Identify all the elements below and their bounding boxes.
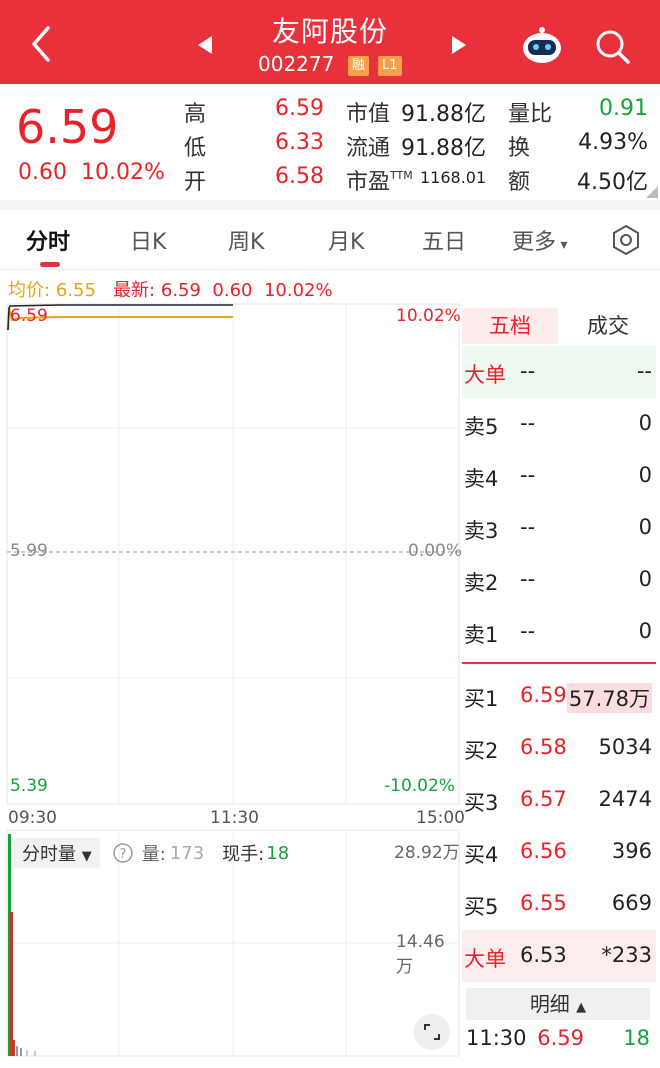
bid-row-2: 买2 6.58 5034 [464, 735, 652, 763]
market-cap-label: 市值 [346, 102, 391, 127]
big-order-bottom-row: 大单 6.53 *233 [462, 930, 656, 982]
open-label: 开 [184, 170, 207, 195]
open-value: 6.58 [275, 164, 324, 189]
help-icon[interactable]: ? [112, 842, 134, 864]
ask-row-3: 卖3 -- 0 [464, 515, 652, 543]
turnover-value: 4.93% [578, 130, 648, 155]
ask-row-1: 卖1 -- 0 [464, 619, 652, 647]
tab-weekly-k[interactable]: 周K [228, 224, 264, 256]
chart-canvas [6, 303, 460, 1057]
high-value: 6.59 [275, 96, 324, 121]
settings-icon[interactable] [610, 224, 642, 256]
volume-value: 173 [169, 842, 205, 864]
low-value: 6.33 [275, 130, 324, 155]
pe-value: 1168.01 [420, 168, 487, 187]
svg-text:?: ? [119, 847, 126, 862]
stock-code: 002277 [258, 52, 335, 76]
y-axis-high: 6.59 [10, 306, 48, 326]
ask-row-4: 卖4 -- 0 [464, 463, 652, 491]
search-icon[interactable] [594, 28, 632, 66]
x-axis-end: 15:00 [416, 808, 465, 828]
fullscreen-icon [424, 1024, 440, 1040]
turnover-label: 换 [508, 136, 531, 161]
order-book-tabs: 五档 成交 [462, 304, 656, 344]
bid-row-4: 买4 6.56 396 [464, 839, 652, 867]
bid-ask-divider [462, 662, 656, 664]
vol-axis-max: 28.92万 [394, 843, 460, 863]
amount-value: 4.50亿 [577, 170, 648, 195]
tab-monthly-k[interactable]: 月K [328, 224, 364, 256]
top-bar: 友阿股份 002277 融 L1 [0, 0, 660, 84]
big-order-top-row: 大单 -- -- [462, 346, 656, 398]
price-info-line: 均价: 6.55 最新: 6.59 0.60 10.02% [8, 280, 333, 301]
ask-row-5: 卖5 -- 0 [464, 411, 652, 439]
vol-ratio-label: 量比 [508, 102, 553, 127]
fullscreen-button[interactable] [414, 1014, 450, 1050]
high-label: 高 [184, 102, 207, 127]
tab-trades[interactable]: 成交 [560, 308, 656, 344]
now-hand-value: 18 [266, 842, 290, 864]
float-value: 91.88亿 [401, 136, 486, 161]
volume-toolbar: 分时量 ▼ ? 量: 173 现手: 18 [14, 838, 289, 868]
vol-ratio-value: 0.91 [599, 96, 648, 121]
detail-toggle-button[interactable]: 明细 ▲ [466, 988, 650, 1020]
x-axis-mid: 11:30 [210, 808, 259, 828]
volume-label: 量: [141, 844, 166, 865]
pct-axis-low: -10.02% [384, 776, 455, 796]
pct-axis-high: 10.02% [396, 306, 461, 326]
bid-row-3: 买3 6.57 2474 [464, 787, 652, 815]
now-hand-label: 现手: [222, 844, 265, 865]
expand-corner-icon[interactable] [646, 186, 658, 198]
low-label: 低 [184, 136, 207, 161]
robot-assistant-icon[interactable] [520, 26, 564, 66]
tab-five-levels[interactable]: 五档 [462, 308, 558, 344]
x-axis-start: 09:30 [8, 808, 57, 828]
market-cap-value: 91.88亿 [401, 102, 486, 127]
y-axis-mid: 5.99 [10, 541, 48, 561]
trade-tick-row: 11:30 6.59 18 [466, 1026, 650, 1050]
margin-badge: 融 [348, 56, 370, 76]
pe-label: 市盈TTM [346, 169, 413, 195]
bid-row-5: 买5 6.55 669 [464, 891, 652, 919]
separator [0, 200, 660, 210]
amount-label: 额 [508, 170, 531, 195]
active-tab-indicator [40, 262, 60, 267]
vol-axis-half: 14.46万 [396, 932, 445, 977]
tab-more[interactable]: 更多 ▾ [512, 224, 568, 256]
tab-daily-k[interactable]: 日K [130, 224, 166, 256]
tab-five-day[interactable]: 五日 [422, 224, 466, 256]
current-price: 6.59 [16, 100, 119, 154]
price-change: 0.60 10.02% [18, 160, 165, 185]
bid-row-1: 买1 6.59 57.78万 [464, 683, 652, 713]
float-label: 流通 [346, 136, 391, 161]
level-badge: L1 [378, 56, 402, 76]
ask-row-2: 卖2 -- 0 [464, 567, 652, 595]
y-axis-low: 5.39 [10, 776, 48, 796]
intraday-chart[interactable]: 6.59 10.02% 5.99 0.00% 5.39 -10.02% 09:3… [0, 300, 465, 1060]
chart-tabs: 分时 日K 周K 月K 五日 更多 ▾ [0, 210, 660, 270]
pct-axis-mid: 0.00% [408, 541, 463, 561]
next-stock-icon[interactable] [448, 34, 470, 56]
tab-intraday[interactable]: 分时 [26, 224, 70, 256]
volume-indicator-dropdown[interactable]: 分时量 ▼ [14, 838, 100, 868]
order-book-panel: 五档 成交 大单 -- -- 卖5 -- 0 卖4 -- 0 卖3 -- 0 卖… [462, 300, 656, 1060]
